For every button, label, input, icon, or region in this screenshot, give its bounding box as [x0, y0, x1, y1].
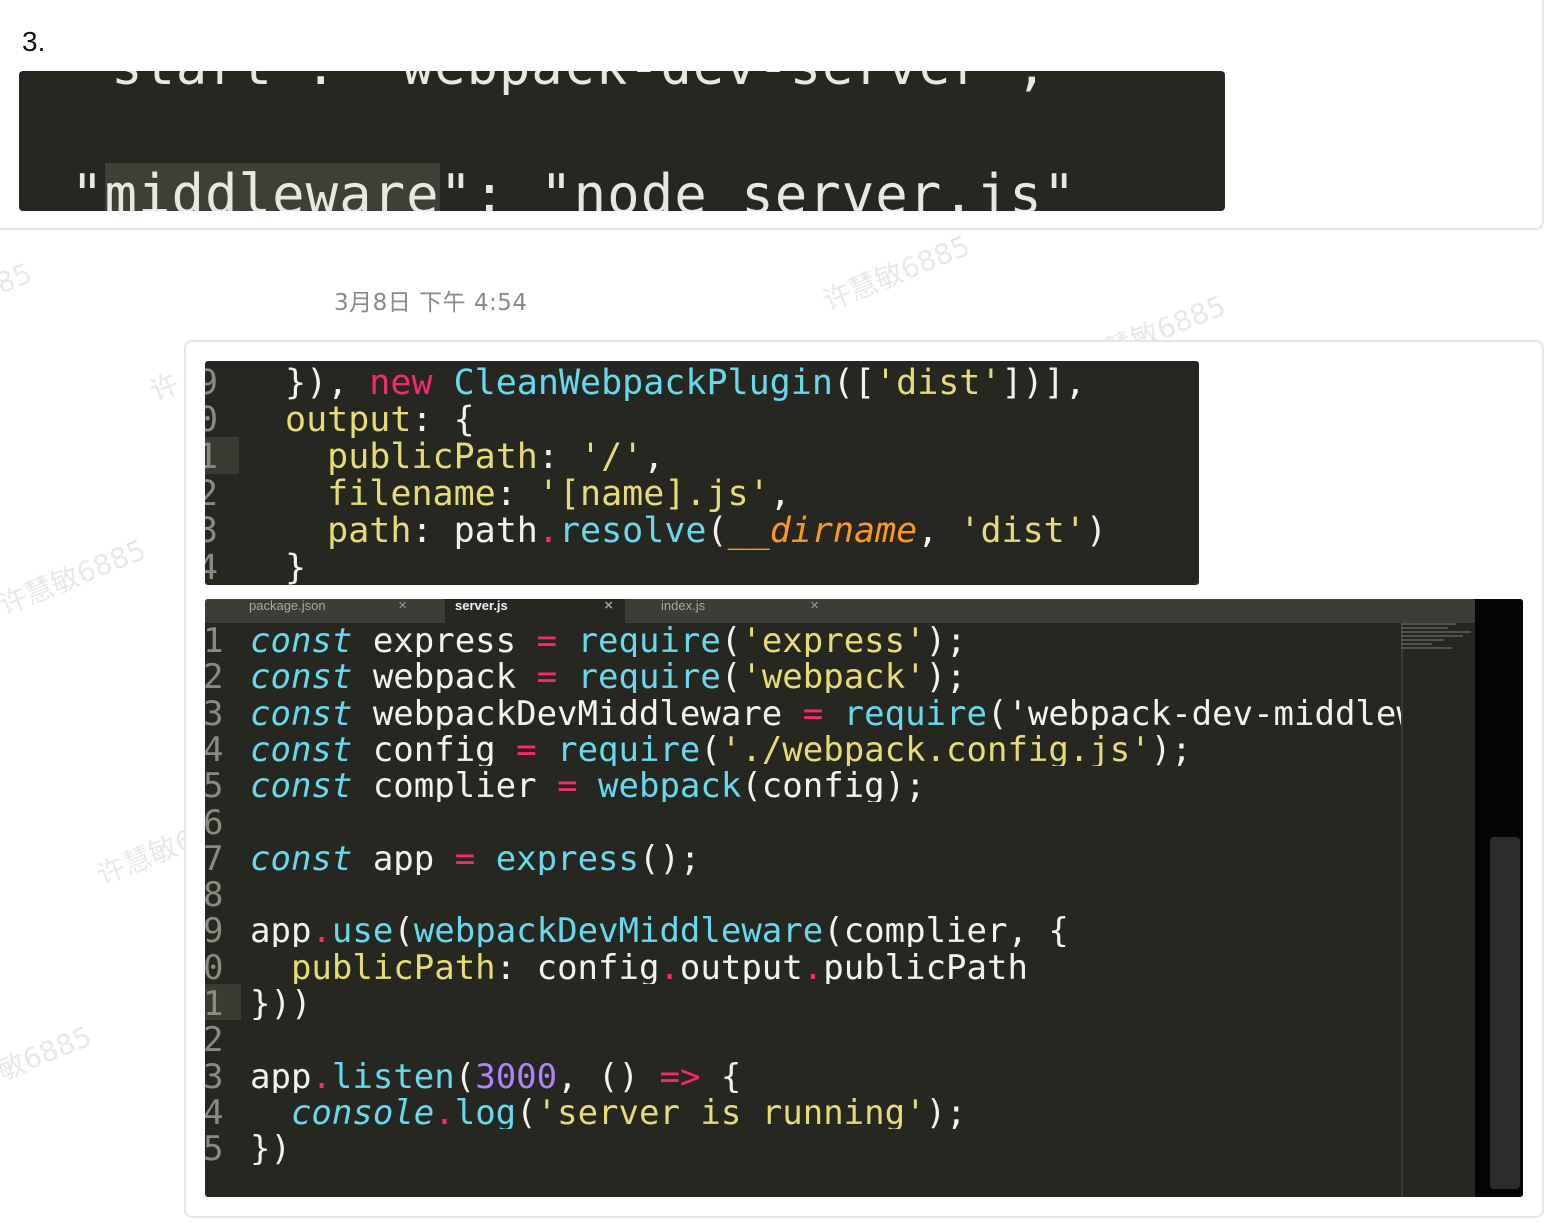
- line-number: 3: [205, 511, 219, 551]
- line-number: 4: [205, 730, 224, 766]
- close-icon[interactable]: ×: [398, 599, 407, 613]
- code-line: 2 filename: '[name].js',: [205, 474, 1199, 514]
- code-line: 4 const config = require('./webpack.confi…: [205, 730, 1401, 766]
- line-number: 3: [205, 1057, 224, 1093]
- code-line: 9 app.use(webpackDevMiddleware(complier, …: [205, 911, 1401, 947]
- code-text: }), new CleanWebpackPlugin(['dist'])],: [285, 363, 1086, 403]
- line-number: 2: [205, 1020, 224, 1056]
- code-line: 6: [205, 803, 1401, 839]
- editor-tab[interactable]: index.js ×: [651, 599, 831, 623]
- code-text: console.log('server is running');: [290, 1093, 967, 1129]
- tab-label: index.js: [661, 599, 706, 613]
- line-number: 6: [205, 803, 224, 839]
- line-number: 8: [205, 875, 224, 911]
- code-text: const complier = webpack(config);: [250, 766, 926, 802]
- code-line: 0 publicPath: config.output.publicPath: [205, 948, 1401, 984]
- code-text: path: path.resolve(__dirname, 'dist'): [327, 511, 1107, 551]
- line-number: 9: [205, 363, 219, 403]
- code-text: }: [285, 548, 307, 585]
- code-line: 7 const app = express();: [205, 839, 1401, 875]
- code-text: const webpackDevMiddleware = require('we…: [250, 694, 1401, 730]
- code-text: app.listen(3000, () => {: [250, 1057, 742, 1093]
- minimap-divider: [1401, 621, 1403, 1197]
- code-line: 5 const complier = webpack(config);: [205, 766, 1401, 802]
- code-screenshot-server-js: package.json × server.js × index.js × 1 const …: [205, 599, 1523, 1197]
- line-number: 0: [205, 400, 219, 440]
- close-icon[interactable]: ×: [604, 599, 613, 613]
- code-text: publicPath: config.output.publicPath: [290, 948, 1028, 984]
- line-number: 7: [205, 839, 224, 875]
- code-line: 1 const express = require('express');: [205, 621, 1401, 657]
- code-text: })): [250, 984, 312, 1020]
- watermark: 许: [145, 366, 184, 408]
- tab-label: package.json: [249, 599, 326, 613]
- code-line: 3 app.listen(3000, () => {: [205, 1057, 1401, 1093]
- line-number: 2: [205, 657, 224, 693]
- code-text: const webpack = require('webpack');: [250, 657, 967, 693]
- code-text: publicPath: '/',: [327, 437, 665, 477]
- code-text: const app = express();: [250, 839, 701, 875]
- code-line: 0 output: {: [205, 400, 1199, 440]
- line-number: 1: [205, 984, 224, 1020]
- scrollbar[interactable]: [1490, 837, 1520, 1189]
- code-text: app.use(webpackDevMiddleware(complier, {: [250, 911, 1069, 947]
- line-number: 2: [205, 474, 219, 514]
- code-line: 3 path: path.resolve(__dirname, 'dist'): [205, 511, 1199, 551]
- code-text: output: {: [285, 400, 475, 440]
- code-line: 5}): [205, 1129, 1401, 1165]
- code-screenshot-package-json: "start": "webpack-dev-server", "middlewa…: [19, 71, 1225, 211]
- line-number: 0: [205, 948, 224, 984]
- editor-tab-bar: package.json × server.js × index.js ×: [205, 599, 1475, 623]
- watermark: 许慧敏6885: [0, 533, 151, 622]
- code-text: filename: '[name].js',: [327, 474, 791, 514]
- editor-tab[interactable]: package.json ×: [239, 599, 419, 623]
- code-screenshot-webpack-config: 9}), new CleanWebpackPlugin(['dist'])], 0…: [205, 361, 1199, 585]
- watermark: 85: [0, 256, 37, 301]
- message-timestamp: 3月8日 下午 4:54: [334, 290, 528, 316]
- code-line: 2: [205, 1020, 1401, 1056]
- code-line: 1})): [205, 984, 1401, 1020]
- code-line-cutoff: "start": "webpack-dev-server",: [79, 71, 1048, 97]
- watermark: 许慧敏6885: [818, 229, 975, 318]
- line-number: 5: [205, 766, 224, 802]
- code-line: 1 publicPath: '/',: [205, 437, 1199, 477]
- tab-label: server.js: [455, 599, 508, 613]
- code-line: 3 const webpackDevMiddleware = require('w…: [205, 694, 1401, 730]
- item-number: 3.: [22, 26, 46, 57]
- line-number: 5: [205, 1129, 224, 1165]
- watermark: 敏6885: [0, 1019, 97, 1088]
- code-line-middleware: "middleware": "node server.js": [71, 163, 1076, 211]
- code-text: const config = require('./webpack.config…: [250, 730, 1192, 766]
- code-text: }): [250, 1129, 291, 1165]
- line-number: 1: [205, 437, 219, 477]
- code-line: 8: [205, 875, 1401, 911]
- line-number: 4: [205, 1093, 224, 1129]
- minimap[interactable]: [1401, 621, 1479, 661]
- code-line: 4}: [205, 548, 1199, 585]
- line-number: 4: [205, 548, 219, 585]
- line-number: 1: [205, 621, 224, 657]
- code-line: 9 }), new CleanWebpackPlugin(['dist'])],: [205, 363, 1199, 403]
- line-number: 9: [205, 911, 224, 947]
- code-line: 2 const webpack = require('webpack');: [205, 657, 1401, 693]
- code-line: 4 console.log('server is running');: [205, 1093, 1401, 1129]
- line-number: 3: [205, 694, 224, 730]
- editor-tab[interactable]: server.js ×: [445, 599, 625, 623]
- code-text: const express = require('express');: [250, 621, 967, 657]
- close-icon[interactable]: ×: [810, 599, 819, 613]
